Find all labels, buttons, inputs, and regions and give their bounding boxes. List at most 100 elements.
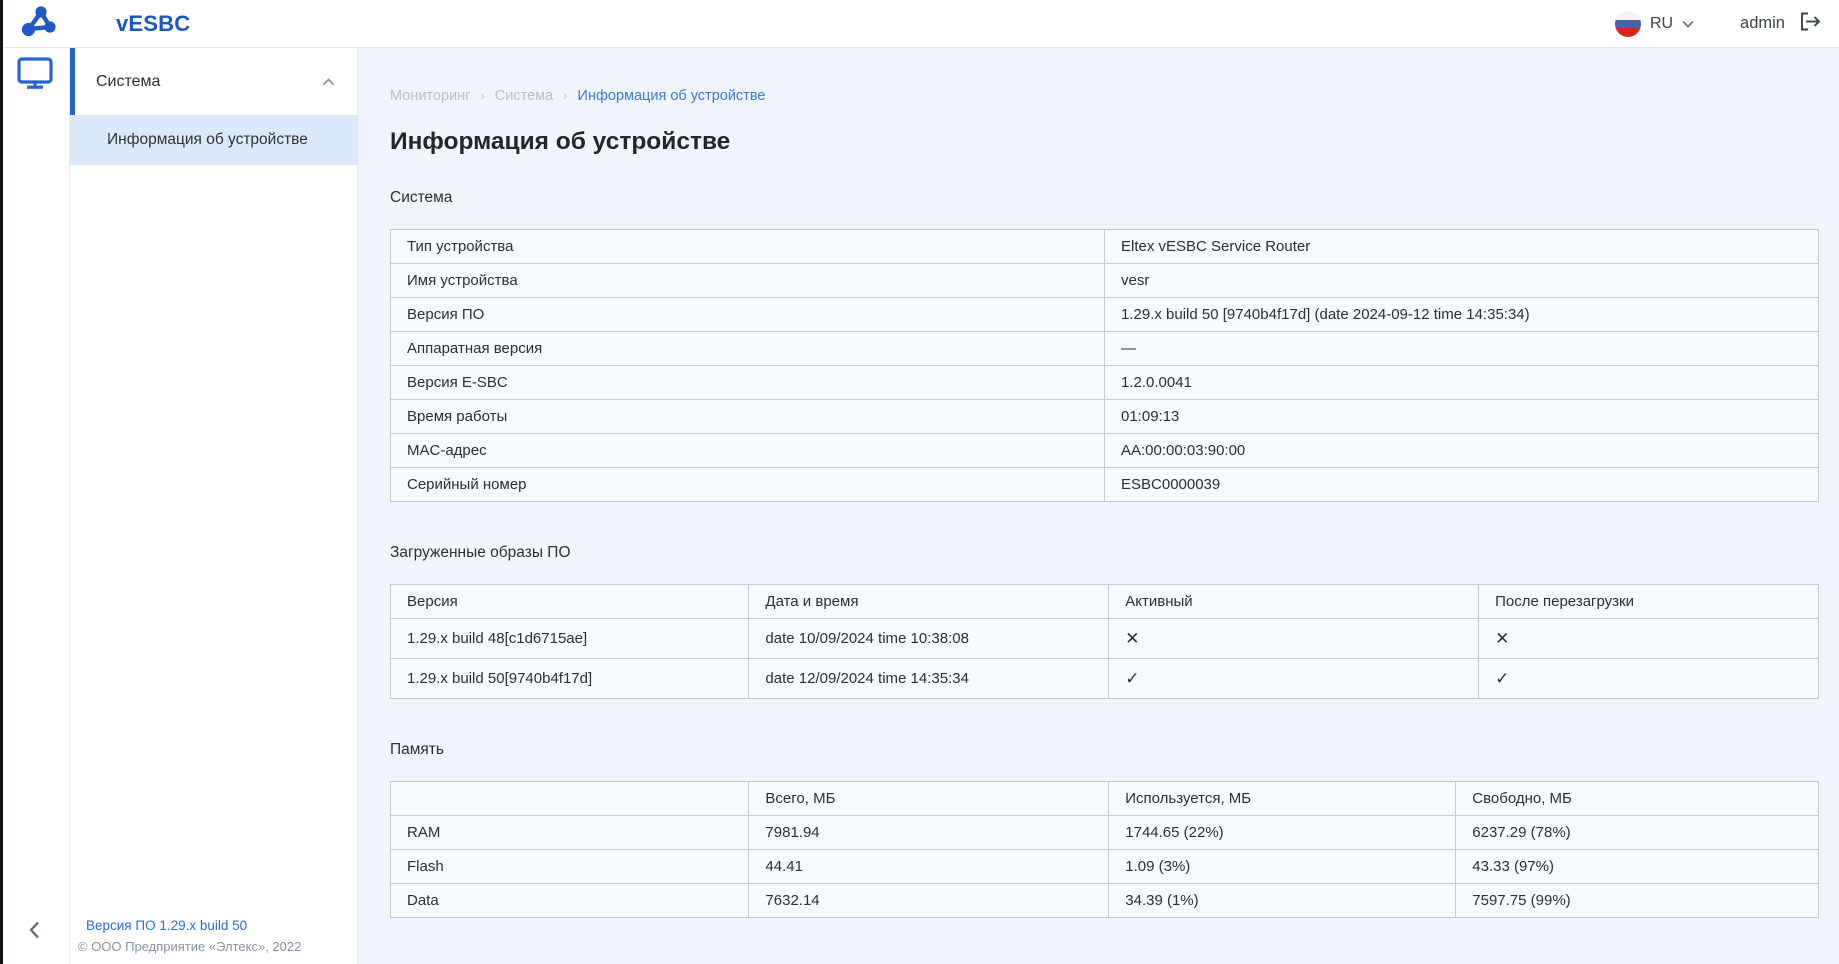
language-selector[interactable]: RU <box>1615 11 1694 37</box>
language-code: RU <box>1650 15 1673 33</box>
system-table-row: MAC-адресAA:00:00:03:90:00 <box>391 434 1819 468</box>
active-section-stripe <box>70 48 75 115</box>
images-column-header: Версия <box>391 585 749 619</box>
images-column-header: Дата и время <box>749 585 1109 619</box>
app-header: vESBC RU admin <box>0 0 1839 48</box>
system-row-value: AA:00:00:03:90:00 <box>1105 434 1819 468</box>
system-table: Тип устройстваEltex vESBC Service Router… <box>390 229 1819 502</box>
system-row-value: vesr <box>1105 264 1819 298</box>
system-table-row: Время работы01:09:13 <box>391 400 1819 434</box>
images-column-header: После перезагрузки <box>1479 585 1819 619</box>
chevron-left-icon <box>29 921 40 944</box>
system-row-label: Версия E-SBC <box>391 366 1105 400</box>
breadcrumb-item[interactable]: Мониторинг <box>390 88 470 104</box>
system-table-row: Версия ПО1.29.x build 50 [9740b4f17d] (d… <box>391 298 1819 332</box>
memory-free-cell: 43.33 (97%) <box>1456 850 1819 884</box>
system-table-row: Версия E-SBC1.2.0.0041 <box>391 366 1819 400</box>
memory-name-cell: Flash <box>391 850 749 884</box>
images-table-row: 1.29.x build 48[c1d6715ae]date 10/09/202… <box>391 619 1819 659</box>
memory-free-cell: 6237.29 (78%) <box>1456 816 1819 850</box>
system-table-row: Тип устройстваEltex vESBC Service Router <box>391 230 1819 264</box>
memory-table-row: Flash44.411.09 (3%)43.33 (97%) <box>391 850 1819 884</box>
russia-flag-icon <box>1615 11 1641 37</box>
sidebar-item-device-info[interactable]: Информация об устройстве <box>70 115 357 165</box>
memory-column-header: Свободно, МБ <box>1456 782 1819 816</box>
memory-total-cell: 7632.14 <box>749 884 1109 918</box>
system-table-row: Имя устройстваvesr <box>391 264 1819 298</box>
logout-icon[interactable] <box>1798 11 1822 37</box>
breadcrumb-item[interactable]: Система <box>495 88 553 104</box>
image-active-cross-icon: ✕ <box>1109 619 1479 659</box>
memory-total-cell: 7981.94 <box>749 816 1109 850</box>
system-row-value: 1.2.0.0041 <box>1105 366 1819 400</box>
sidebar-section-label: Система <box>96 73 160 91</box>
breadcrumb: Мониторинг › Система › Информация об устройс… <box>390 88 1819 104</box>
images-header-row: ВерсияДата и времяАктивныйПосле перезагр… <box>391 585 1819 619</box>
brand-title: vESBC <box>116 11 190 37</box>
system-row-value: — <box>1105 332 1819 366</box>
header-right: RU admin <box>1615 11 1839 37</box>
memory-name-cell: RAM <box>391 816 749 850</box>
section-title-memory: Память <box>390 741 1819 759</box>
user-menu[interactable]: admin <box>1740 11 1822 37</box>
system-row-value: ESBC0000039 <box>1105 468 1819 502</box>
image-reboot-cross-icon: ✕ <box>1479 619 1819 659</box>
page-title: Информация об устройстве <box>390 128 1819 156</box>
image-datetime-cell: date 12/09/2024 time 14:35:34 <box>749 659 1109 699</box>
sidebar-section-system[interactable]: Система <box>70 48 357 115</box>
molecule-logo-icon <box>20 4 56 43</box>
system-table-body: Тип устройстваEltex vESBC Service Router… <box>391 230 1819 502</box>
system-row-label: Время работы <box>391 400 1105 434</box>
window-edge-strip <box>0 0 3 964</box>
image-reboot-check-icon: ✓ <box>1479 659 1819 699</box>
image-active-check-icon: ✓ <box>1109 659 1479 699</box>
system-row-label: Аппаратная версия <box>391 332 1105 366</box>
memory-column-header <box>391 782 749 816</box>
sidebar-collapse-button[interactable] <box>0 921 69 944</box>
content-area: Мониторинг › Система › Информация об устройс… <box>358 48 1839 964</box>
images-table: ВерсияДата и времяАктивныйПосле перезагр… <box>390 584 1819 699</box>
images-column-header: Активный <box>1109 585 1479 619</box>
system-row-label: Версия ПО <box>391 298 1105 332</box>
memory-header-row: Всего, МБИспользуется, МБСвободно, МБ <box>391 782 1819 816</box>
sidebar: Система Информация об устройстве Версия … <box>70 48 358 964</box>
section-title-system: Система <box>390 189 1819 207</box>
icon-rail <box>0 48 70 964</box>
memory-table-row: RAM7981.941744.65 (22%)6237.29 (78%) <box>391 816 1819 850</box>
memory-name-cell: Data <box>391 884 749 918</box>
image-version-cell: 1.29.x build 50[9740b4f17d] <box>391 659 749 699</box>
memory-table-row: Data7632.1434.39 (1%)7597.75 (99%) <box>391 884 1819 918</box>
system-row-label: MAC-адрес <box>391 434 1105 468</box>
breadcrumb-item[interactable]: Информация об устройстве <box>578 88 766 104</box>
memory-used-cell: 34.39 (1%) <box>1109 884 1456 918</box>
image-datetime-cell: date 10/09/2024 time 10:38:08 <box>749 619 1109 659</box>
app-logo[interactable] <box>3 4 73 43</box>
username-label: admin <box>1740 14 1785 33</box>
system-row-value: 01:09:13 <box>1105 400 1819 434</box>
system-row-label: Имя устройства <box>391 264 1105 298</box>
section-title-images: Загруженные образы ПО <box>390 544 1819 562</box>
sidebar-footer: Версия ПО 1.29.x build 50 © ООО Предприя… <box>70 918 357 954</box>
monitor-icon <box>16 55 54 96</box>
memory-table-body: RAM7981.941744.65 (22%)6237.29 (78%)Flas… <box>391 816 1819 918</box>
breadcrumb-separator-icon: › <box>563 88 567 103</box>
memory-used-cell: 1744.65 (22%) <box>1109 816 1456 850</box>
main-layout: Система Информация об устройстве Версия … <box>0 48 1839 964</box>
memory-column-header: Всего, МБ <box>749 782 1109 816</box>
chevron-down-icon <box>1682 15 1694 33</box>
memory-used-cell: 1.09 (3%) <box>1109 850 1456 884</box>
memory-table: Всего, МБИспользуется, МБСвободно, МБ RA… <box>390 781 1819 918</box>
monitoring-nav-item[interactable] <box>0 55 69 96</box>
breadcrumb-separator-icon: › <box>480 88 484 103</box>
memory-column-header: Используется, МБ <box>1109 782 1456 816</box>
system-table-row: Аппаратная версия— <box>391 332 1819 366</box>
system-row-label: Серийный номер <box>391 468 1105 502</box>
system-row-value: Eltex vESBC Service Router <box>1105 230 1819 264</box>
memory-total-cell: 44.41 <box>749 850 1109 884</box>
images-table-body: 1.29.x build 48[c1d6715ae]date 10/09/202… <box>391 619 1819 699</box>
copyright-label: © ООО Предприятие «Элтекс», 2022 <box>78 939 347 954</box>
memory-free-cell: 7597.75 (99%) <box>1456 884 1819 918</box>
image-version-cell: 1.29.x build 48[c1d6715ae] <box>391 619 749 659</box>
system-row-value: 1.29.x build 50 [9740b4f17d] (date 2024-… <box>1105 298 1819 332</box>
firmware-version-link[interactable]: Версия ПО 1.29.x build 50 <box>86 918 347 933</box>
